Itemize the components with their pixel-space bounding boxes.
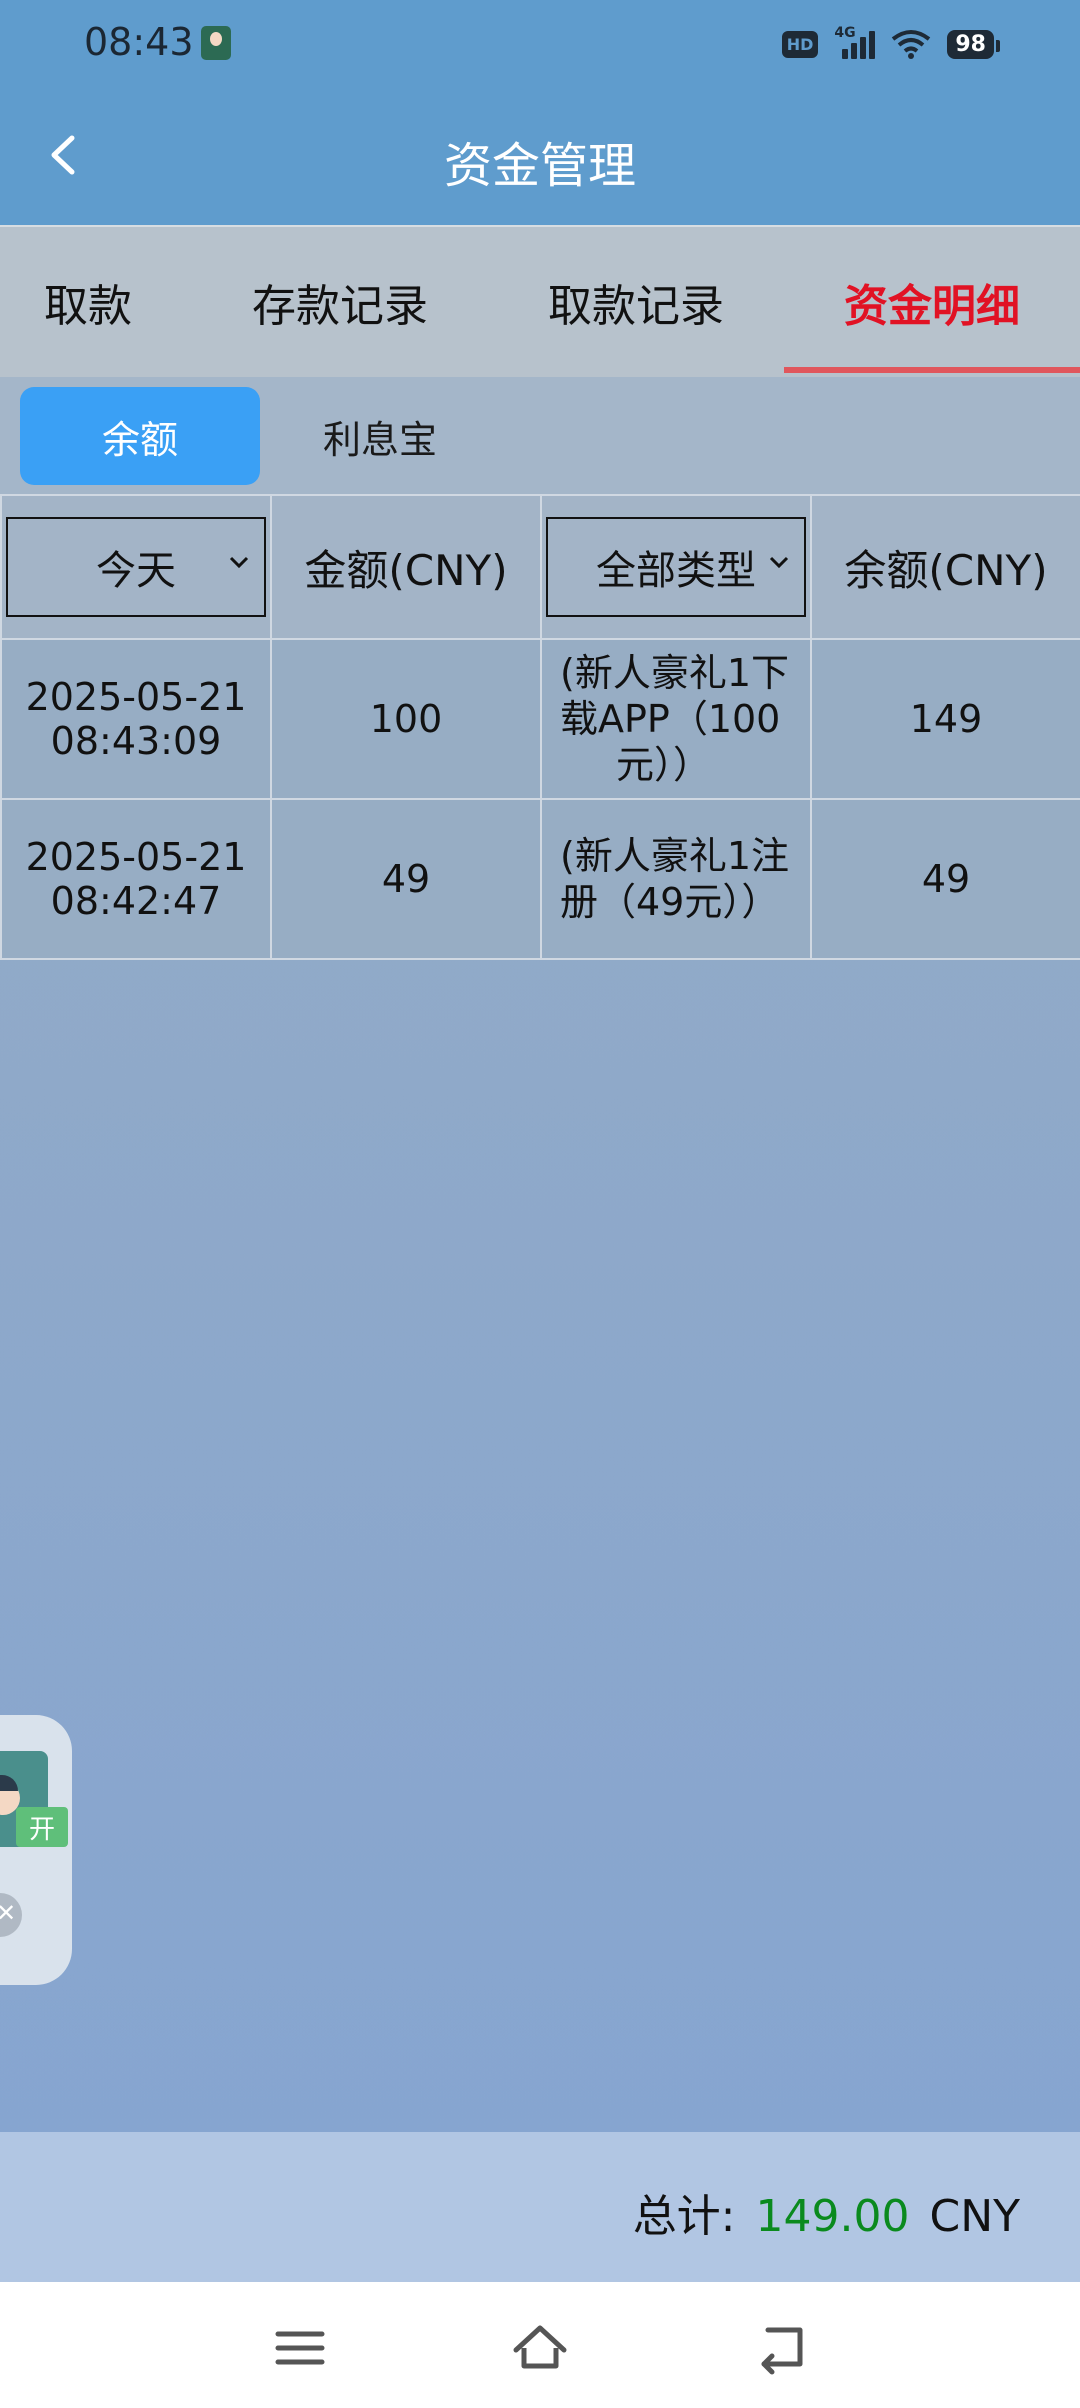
home-icon[interactable] [510,2318,570,2378]
floating-service-widget[interactable]: 开 [0,1715,72,1985]
battery-icon: 98 [947,29,1000,59]
app-header: 资金管理 [0,90,1080,225]
fund-records-table: 今天 金额(CNY) 全部类型 余额(CNY) 2025-05-21 08:43… [0,494,1080,960]
amount-header: 金额(CNY) [270,494,542,640]
record-type: (新人豪礼1注 册（49元）） [540,798,812,960]
record-time: 08:43:09 [50,719,222,763]
page-title: 资金管理 [443,138,636,194]
chevron-down-icon [229,556,249,569]
record-balance: 149 [810,638,1080,800]
system-nav-bar [0,2282,1080,2408]
date-filter-value: 今天 [96,548,176,594]
record-type-line: 载APP（100 [560,697,781,741]
active-tab-indicator [784,367,1080,373]
record-date: 2025-05-21 [25,835,247,879]
record-type-line: 元）） [616,743,712,787]
tab-withdraw[interactable]: 取款 [0,227,176,377]
record-type-line: (新人豪礼1下 [560,651,790,695]
cellular-signal-icon: 4G [834,25,876,59]
record-amount: 100 [270,638,542,800]
total-currency: CNY [929,2191,1020,2242]
balance-header: 余额(CNY) [810,494,1080,640]
tab-withdraw-records[interactable]: 取款记录 [516,227,756,377]
tab-fund-details[interactable]: 资金明细 [812,227,1052,377]
record-type-line: 册（49元）） [560,880,780,924]
type-filter-value: 全部类型 [596,548,756,594]
table-row: 2025-05-21 08:42:47 49 (新人豪礼1注 册（49元）） 4… [0,798,1080,960]
record-type: (新人豪礼1下 载APP（100 元）） [540,638,812,800]
subtab-balance[interactable]: 余额 [20,387,260,485]
table-header-row: 今天 金额(CNY) 全部类型 余额(CNY) [0,494,1080,640]
status-time: 08:43 [84,20,194,64]
menu-icon[interactable] [270,2318,330,2378]
hd-voice-icon: HD [781,30,819,58]
status-indicators: HD 4G 98 [781,24,1000,64]
record-type-line: (新人豪礼1注 [560,834,790,878]
back-icon[interactable] [750,2318,810,2378]
service-open-badge[interactable]: 开 [16,1807,68,1847]
network-type-label: 4G [834,25,856,41]
total-summary: 总计: 149.00 CNY [633,2180,1020,2244]
total-label: 总计: [632,2191,736,2242]
chevron-down-icon [769,556,789,569]
type-filter-cell: 全部类型 [540,494,812,640]
total-amount: 149.00 [755,2191,910,2242]
date-filter-select[interactable]: 今天 [6,517,266,617]
record-balance: 49 [810,798,1080,960]
subtab-interest[interactable]: 利息宝 [300,387,460,485]
main-tabs: 取款 存款记录 取款记录 资金明细 [0,225,1080,379]
record-datetime: 2025-05-21 08:43:09 [0,638,272,800]
record-date: 2025-05-21 [25,675,247,719]
status-bar: 08:43 HD 4G 98 [0,0,1080,90]
summary-bar: 总计: 149.00 CNY [0,2132,1080,2282]
record-datetime: 2025-05-21 08:42:47 [0,798,272,960]
date-filter-cell: 今天 [0,494,272,640]
notification-avatar-icon [201,26,231,60]
sub-tabs: 余额 利息宝 [0,377,1080,497]
record-amount: 49 [270,798,542,960]
type-filter-select[interactable]: 全部类型 [546,517,806,617]
record-time: 08:42:47 [50,879,222,923]
wifi-icon [892,30,931,59]
table-row: 2025-05-21 08:43:09 100 (新人豪礼1下 载APP（100… [0,638,1080,800]
close-icon[interactable] [0,1893,22,1937]
tab-deposit-records[interactable]: 存款记录 [220,227,460,377]
